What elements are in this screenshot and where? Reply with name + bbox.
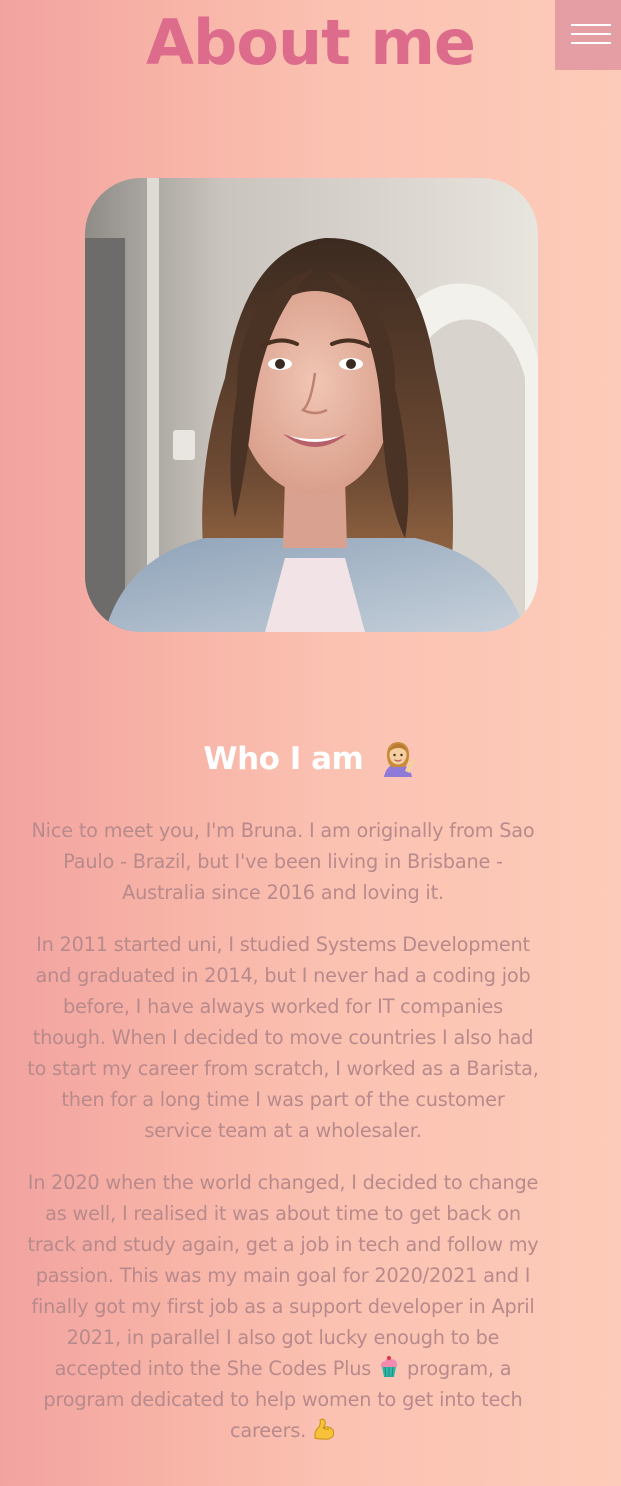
page-title: About me <box>146 6 476 79</box>
bio-paragraph-2: In 2011 started uni, I studied Systems D… <box>27 933 539 1142</box>
bio-paragraph-1: Nice to meet you, I'm Bruna. I am origin… <box>31 819 535 904</box>
bio-text: Nice to meet you, I'm Bruna. I am origin… <box>26 815 540 1467</box>
menu-button[interactable] <box>555 0 621 70</box>
flexed-biceps-icon <box>312 1417 336 1441</box>
bio-paragraph-3: In 2020 when the world changed, I decide… <box>26 1167 540 1446</box>
about-page: About me Who I am Nice to meet you, I'm … <box>0 0 621 1486</box>
who-i-am-heading: Who I am <box>0 736 621 782</box>
cupcake-icon <box>377 1355 401 1379</box>
woman-tipping-hand-icon <box>378 737 418 777</box>
bio-paragraph-3-part-1: In 2020 when the world changed, I decide… <box>27 1171 539 1380</box>
profile-photo <box>85 178 538 632</box>
who-i-am-heading-text: Who I am <box>203 741 364 777</box>
